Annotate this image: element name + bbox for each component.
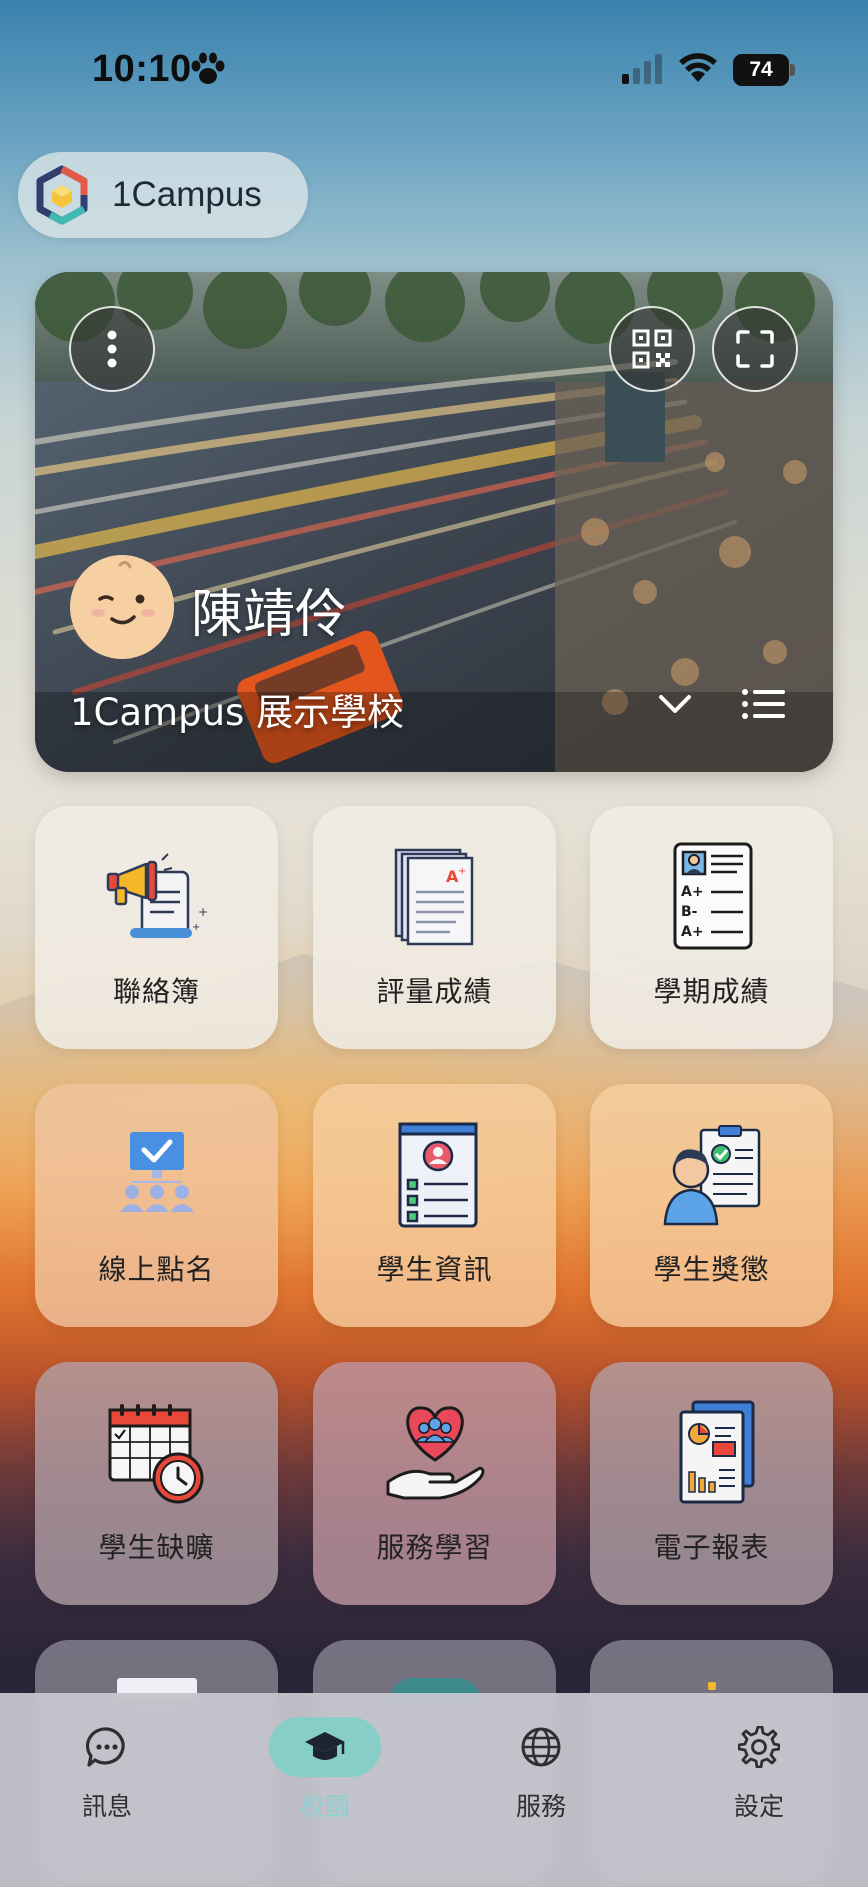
profile-card[interactable]: 陳靖伶 1Campus 展示學校 (35, 272, 833, 772)
tile-exam-scores[interactable]: A + 評量成績 (313, 806, 556, 1049)
scan-frame-icon (736, 330, 774, 368)
tile-e-reports[interactable]: 電子報表 (590, 1362, 833, 1605)
tab-label: 校園 (299, 1792, 350, 1821)
graduation-cap-icon (305, 1732, 345, 1760)
active-tab-indicator (269, 1717, 381, 1777)
status-time: 10:10 (92, 48, 192, 90)
avatar[interactable] (70, 555, 174, 659)
svg-text:A+: A+ (681, 884, 704, 900)
tab-label: 設定 (733, 1792, 784, 1821)
service-heart-icon (386, 1406, 484, 1500)
tile-partial-icon (707, 1682, 716, 1690)
tile-online-roll-call[interactable]: 線上點名 (35, 1084, 278, 1327)
battery-indicator: 74 (733, 54, 789, 86)
megaphone-notice-icon: + + (106, 853, 208, 938)
tile-label: 線上點名 (98, 1253, 215, 1286)
student-merit-icon (663, 1125, 760, 1226)
tile-label: 學生資訊 (376, 1253, 493, 1286)
student-info-icon (398, 1122, 477, 1228)
tile-contact-book[interactable]: + + 聯絡簿 (35, 806, 278, 1049)
user-name: 陳靖伶 (191, 585, 348, 645)
tab-services[interactable]: 服務 (456, 1719, 626, 1839)
paw-icon (191, 52, 225, 84)
tab-campus[interactable]: 校園 (240, 1717, 410, 1839)
school-name[interactable]: 1Campus 展示學校 (70, 682, 404, 736)
svg-text:+: + (198, 905, 208, 919)
qr-code-button[interactable] (609, 306, 695, 392)
chevron-down-icon[interactable] (655, 684, 695, 724)
tab-messages[interactable]: 訊息 (22, 1719, 192, 1839)
e-report-icon (679, 1400, 754, 1504)
app-name: 1Campus (112, 175, 262, 214)
status-bar: 10:10 74 (0, 0, 868, 140)
wifi-icon (679, 53, 717, 82)
graded-papers-icon: A + (394, 848, 473, 946)
tile-label: 聯絡簿 (112, 975, 200, 1008)
tile-service-learning[interactable]: 服務學習 (313, 1362, 556, 1605)
tile-student-absence[interactable]: 學生缺曠 (35, 1362, 278, 1605)
cellular-signal-icon (622, 54, 662, 84)
svg-text:A+: A+ (681, 924, 704, 940)
svg-text:+: + (458, 866, 466, 877)
list-icon[interactable] (741, 684, 787, 724)
app-switcher-pill[interactable]: 1Campus (18, 152, 308, 238)
tab-label: 服務 (515, 1792, 566, 1821)
tab-bar: 訊息 校園 服務 設定 (0, 1693, 868, 1887)
tile-label: 學生獎懲 (653, 1253, 770, 1286)
vertical-dots-icon (107, 330, 117, 368)
app-logo-icon (36, 165, 88, 225)
svg-text:B-: B- (681, 904, 698, 920)
tab-label: 訊息 (81, 1792, 132, 1821)
report-card-icon: A+ B- A+ (673, 842, 752, 950)
scan-button[interactable] (712, 306, 798, 392)
more-options-button[interactable] (69, 306, 155, 392)
tab-settings[interactable]: 設定 (674, 1719, 844, 1839)
svg-text:+: + (192, 922, 200, 933)
tile-label: 服務學習 (376, 1531, 493, 1564)
tile-student-info[interactable]: 學生資訊 (313, 1084, 556, 1327)
gear-icon (738, 1726, 780, 1768)
qr-code-icon (632, 329, 672, 369)
attendance-calendar-icon (108, 1404, 203, 1504)
tile-label: 學生缺曠 (98, 1531, 215, 1564)
chat-bubble-icon (86, 1727, 125, 1767)
tile-label: 電子報表 (653, 1531, 770, 1564)
tile-label: 評量成績 (376, 975, 493, 1008)
roll-call-icon (119, 1132, 194, 1212)
tile-semester-scores[interactable]: A+ B- A+ 學期成績 (590, 806, 833, 1049)
tile-student-merits[interactable]: 學生獎懲 (590, 1084, 833, 1327)
battery-nub (790, 64, 795, 76)
globe-icon (521, 1727, 561, 1767)
tile-label: 學期成績 (653, 975, 770, 1008)
